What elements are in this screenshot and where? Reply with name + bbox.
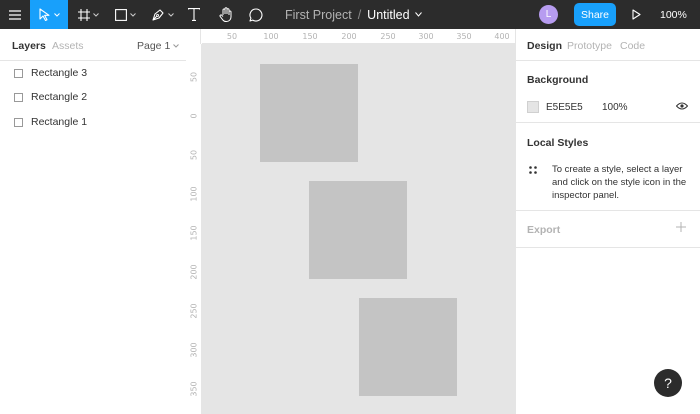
eye-icon[interactable] — [676, 102, 688, 110]
ruler-tick: 50 — [189, 149, 199, 161]
vertical-ruler: 50 0 50 100 150 200 250 300 350 — [186, 44, 202, 414]
ruler-tick: 350 — [189, 381, 199, 397]
breadcrumb-separator: / — [357, 7, 362, 22]
ruler-tick: 50 — [226, 32, 238, 41]
text-tool-button[interactable] — [184, 0, 204, 29]
layers-panel: Layers Assets Page 1 Rectangle 3 Rectang… — [0, 29, 201, 414]
chevron-down-icon — [168, 12, 174, 17]
hand-icon — [219, 7, 232, 22]
ruler-tick: 200 — [341, 32, 357, 41]
rectangle-icon — [14, 117, 23, 127]
page-selector[interactable]: Page 1 — [137, 40, 180, 52]
ruler-tick: 50 — [189, 71, 199, 83]
ruler-tick: 100 — [189, 186, 199, 202]
rectangle-tool-button[interactable] — [108, 0, 142, 29]
pen-icon — [152, 9, 164, 21]
background-color-swatch[interactable] — [527, 101, 539, 113]
local-styles-hint: To create a style, select a layer and cl… — [552, 164, 687, 201]
rectangle-icon — [14, 68, 23, 78]
help-button[interactable]: ? — [654, 369, 682, 397]
background-heading: Background — [527, 74, 589, 86]
export-section: Export — [516, 211, 700, 248]
chevron-down-icon[interactable] — [414, 12, 422, 17]
move-icon — [38, 8, 50, 21]
background-hex-value[interactable]: E5E5E5 — [546, 102, 583, 113]
text-icon — [188, 8, 200, 21]
local-styles-heading: Local Styles — [527, 137, 589, 149]
menu-icon[interactable] — [0, 0, 30, 29]
ruler-tick: 150 — [302, 32, 318, 41]
play-icon[interactable] — [628, 0, 644, 29]
tab-assets[interactable]: Assets — [52, 40, 84, 52]
tab-code[interactable]: Code — [620, 40, 645, 52]
pen-tool-button[interactable] — [146, 0, 180, 29]
layer-item-rectangle-2[interactable]: Rectangle 2 — [0, 85, 200, 109]
background-section: Background E5E5E5 100% — [516, 61, 700, 123]
page-name: Page 1 — [137, 40, 171, 52]
tab-layers[interactable]: Layers — [12, 40, 46, 52]
chevron-down-icon — [53, 12, 60, 17]
frame-tool-button[interactable] — [72, 0, 104, 29]
export-heading: Export — [527, 224, 561, 236]
frame-icon — [77, 8, 90, 21]
chevron-down-icon — [173, 44, 180, 48]
local-styles-section: Local Styles To create a style, select a… — [516, 123, 700, 211]
layer-label: Rectangle 1 — [31, 116, 88, 128]
ruler-tick: 300 — [189, 342, 199, 358]
ruler-tick: 100 — [263, 32, 279, 41]
rectangle-icon — [114, 8, 127, 21]
rectangle-icon — [14, 92, 23, 102]
ruler-tick: 250 — [380, 32, 396, 41]
rectangle-3-shape[interactable] — [359, 298, 457, 396]
comment-tool-button[interactable] — [244, 0, 268, 29]
rectangle-2-shape[interactable] — [309, 181, 407, 279]
hand-tool-button[interactable] — [214, 0, 238, 29]
right-panel-tabs: Design Prototype Code — [516, 29, 700, 61]
share-button[interactable]: Share — [574, 3, 616, 26]
ruler-tick: 350 — [456, 32, 472, 41]
ruler-tick: 200 — [189, 264, 199, 280]
layer-label: Rectangle 3 — [31, 67, 88, 79]
chevron-down-icon — [92, 12, 99, 17]
ruler-tick: 0 — [189, 113, 199, 119]
chevron-down-icon — [129, 12, 136, 17]
ruler-tick: 250 — [189, 303, 199, 319]
canvas[interactable] — [202, 44, 515, 414]
file-breadcrumb: First Project / Untitled — [285, 0, 422, 29]
ruler-tick: 300 — [418, 32, 434, 41]
layer-item-rectangle-3[interactable]: Rectangle 3 — [0, 61, 200, 85]
ruler-tick: 400 — [494, 32, 510, 41]
tab-design[interactable]: Design — [527, 40, 562, 52]
comment-icon — [249, 7, 263, 22]
left-panel-tabs: Layers Assets Page 1 — [0, 29, 200, 61]
file-name[interactable]: Untitled — [367, 8, 409, 22]
plus-icon[interactable] — [676, 222, 686, 232]
project-name[interactable]: First Project — [285, 8, 352, 22]
move-tool-button[interactable] — [30, 0, 68, 29]
horizontal-ruler: 50 100 150 200 250 300 350 400 — [202, 29, 515, 44]
zoom-level[interactable]: 100% — [660, 0, 687, 29]
layer-label: Rectangle 2 — [31, 91, 88, 103]
styles-icon — [529, 166, 537, 174]
rectangle-1-shape[interactable] — [260, 64, 358, 162]
tab-prototype[interactable]: Prototype — [567, 40, 612, 52]
avatar[interactable]: L — [539, 5, 558, 24]
layer-item-rectangle-1[interactable]: Rectangle 1 — [0, 110, 200, 134]
toolbar: First Project / Untitled L Share 100% — [0, 0, 700, 29]
ruler-tick: 150 — [189, 225, 199, 241]
background-opacity-value[interactable]: 100% — [602, 102, 628, 113]
design-panel: Design Prototype Code Background E5E5E5 … — [515, 29, 700, 414]
